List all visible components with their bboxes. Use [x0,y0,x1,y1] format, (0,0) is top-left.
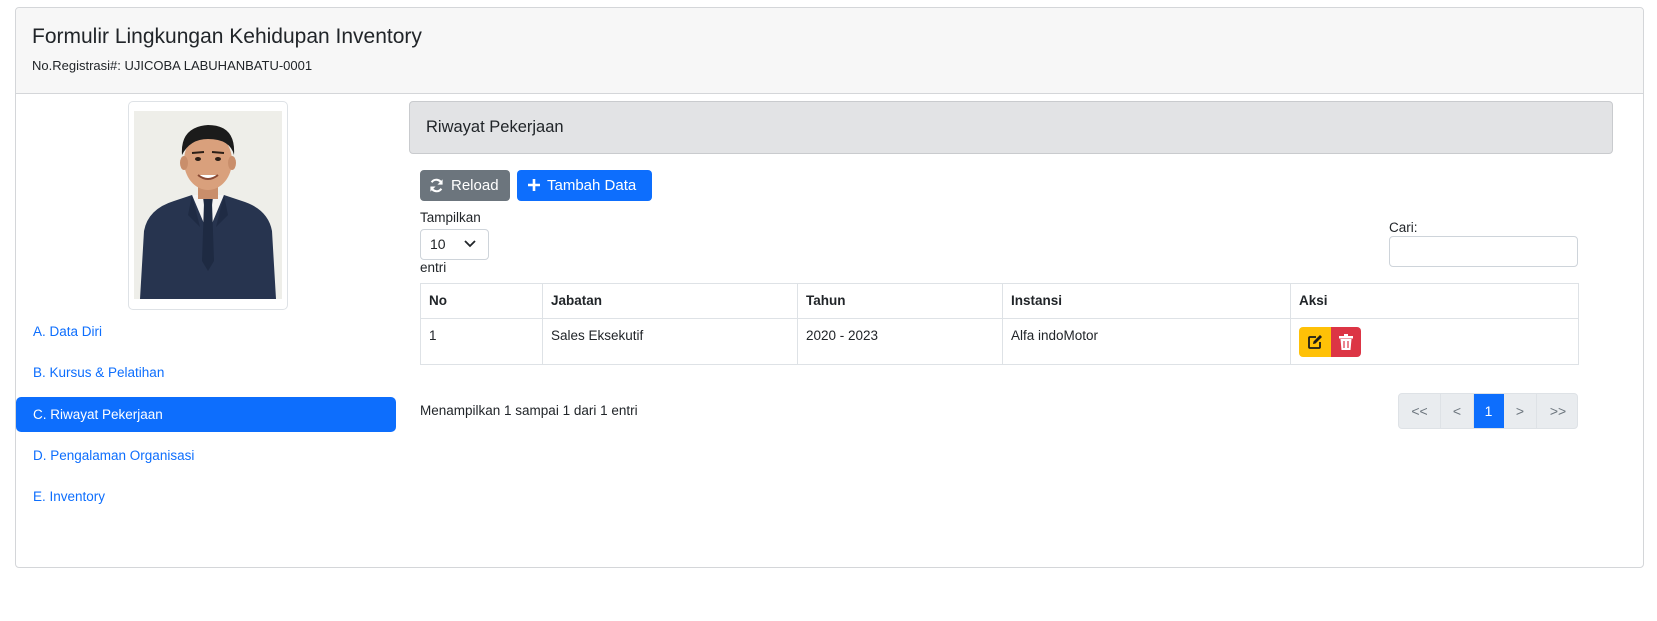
cell-aksi [1290,318,1579,365]
table-header-row: No Jabatan Tahun Instansi Aksi [420,283,1579,319]
page-title: Formulir Lingkungan Kehidupan Inventory [32,25,422,48]
page-length-select[interactable]: 10 [420,229,489,260]
cell-instansi: Alfa indoMotor [1002,318,1291,365]
trash-icon [1339,334,1353,350]
cell-jabatan: Sales Eksekutif [542,318,798,365]
sidebar-item-pengalaman-organisasi[interactable]: D. Pengalaman Organisasi [16,438,396,473]
column-header-instansi: Instansi [1002,283,1291,319]
search-input[interactable] [1389,236,1578,267]
edit-button[interactable] [1299,327,1331,357]
sync-icon [430,178,443,193]
column-header-jabatan: Jabatan [542,283,798,319]
reload-label: Reload [451,177,499,194]
sidebar-item-label: E. Inventory [33,489,106,504]
previous-page-button[interactable]: < [1441,394,1474,428]
sidebar-item-label: B. Kursus & Pelatihan [33,365,165,380]
search-label: Cari: [1389,220,1418,235]
add-data-button[interactable]: Tambah Data [517,170,652,201]
table-info: Menampilkan 1 sampai 1 dari 1 entri [420,403,638,418]
column-header-tahun: Tahun [797,283,1003,319]
registration-number: No.Registrasi#: UJICOBA LABUHANBATU-0001 [32,58,313,73]
sidebar-item-kursus-pelatihan[interactable]: B. Kursus & Pelatihan [16,355,396,390]
table-row: 1 Sales Eksekutif 2020 - 2023 Alfa indoM… [420,318,1579,365]
avatar [134,111,282,299]
profile-photo [128,101,288,310]
edit-icon [1308,335,1322,349]
card-header: Formulir Lingkungan Kehidupan Inventory … [16,8,1643,94]
sidebar-item-inventory[interactable]: E. Inventory [16,479,396,514]
section-header: Riwayat Pekerjaan [409,101,1613,154]
plus-icon [528,179,540,191]
add-data-label: Tambah Data [547,177,637,194]
pagination: << < 1 > >> [1398,393,1578,429]
page-length-value: 10 [430,236,446,252]
reload-button[interactable]: Reload [420,170,510,201]
work-history-table: No Jabatan Tahun Instansi Aksi 1 Sales E… [420,283,1579,365]
section-title: Riwayat Pekerjaan [426,118,564,136]
cell-tahun: 2020 - 2023 [797,318,1003,365]
page-1-button[interactable]: 1 [1474,394,1504,428]
row-actions [1299,327,1361,357]
column-header-aksi: Aksi [1290,283,1579,319]
chevron-down-icon [464,240,476,248]
next-page-button[interactable]: > [1504,394,1537,428]
first-page-button[interactable]: << [1399,394,1441,428]
sidebar-item-label: A. Data Diri [33,324,103,339]
sidebar-item-label: C. Riwayat Pekerjaan [33,407,163,422]
sidebar-item-data-diri[interactable]: A. Data Diri [16,314,396,349]
cell-no: 1 [420,318,543,365]
sidebar-item-riwayat-pekerjaan[interactable]: C. Riwayat Pekerjaan [16,397,396,432]
column-header-no: No [420,283,543,319]
delete-button[interactable] [1331,327,1361,357]
entries-label: entri [420,260,447,275]
show-label: Tampilkan [420,210,481,225]
sidebar-item-label: D. Pengalaman Organisasi [33,448,195,463]
last-page-button[interactable]: >> [1537,394,1577,428]
